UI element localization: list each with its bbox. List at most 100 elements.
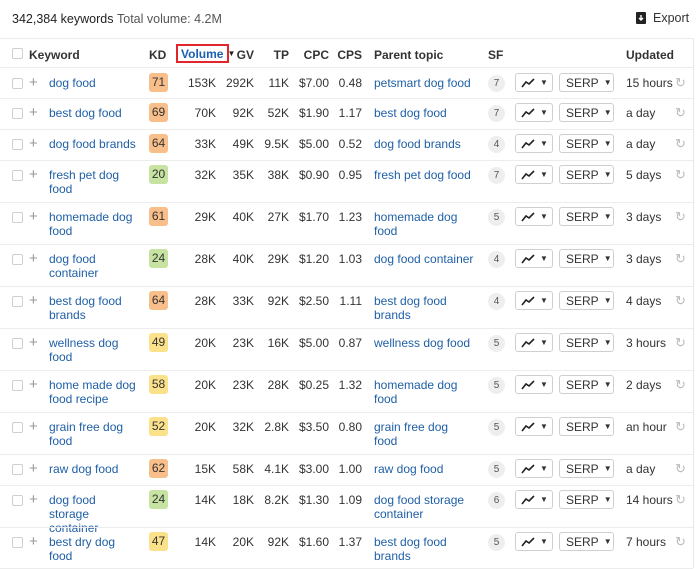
refresh-icon[interactable]: ↻ [675, 251, 686, 267]
select-all-checkbox[interactable] [12, 48, 23, 59]
refresh-icon[interactable]: ↻ [675, 105, 686, 121]
export-button[interactable]: Export [636, 11, 689, 25]
serp-dropdown[interactable]: SERP ▼ [559, 459, 614, 478]
row-checkbox[interactable] [12, 296, 23, 307]
keyword-link[interactable]: homemade dog food [49, 210, 139, 238]
row-checkbox[interactable] [12, 139, 23, 150]
row-checkbox[interactable] [12, 537, 23, 548]
serp-features-count[interactable]: 6 [488, 492, 505, 509]
trend-dropdown[interactable]: ▼ [515, 417, 553, 436]
refresh-icon[interactable]: ↻ [675, 461, 686, 477]
serp-dropdown[interactable]: SERP ▼ [559, 291, 614, 310]
trend-dropdown[interactable]: ▼ [515, 103, 553, 122]
row-checkbox[interactable] [12, 422, 23, 433]
serp-features-count[interactable]: 7 [488, 105, 505, 122]
serp-dropdown[interactable]: SERP ▼ [559, 103, 614, 122]
parent-topic-link[interactable]: homemade dog food [374, 378, 474, 406]
parent-topic-link[interactable]: dog food storage container [374, 493, 474, 521]
add-to-list-icon[interactable]: + [29, 105, 38, 120]
keyword-link[interactable]: dog food container [49, 252, 139, 280]
column-header-gv[interactable]: GV [224, 48, 254, 62]
row-checkbox[interactable] [12, 380, 23, 391]
trend-dropdown[interactable]: ▼ [515, 375, 553, 394]
trend-dropdown[interactable]: ▼ [515, 459, 553, 478]
serp-features-count[interactable]: 4 [488, 136, 505, 153]
add-to-list-icon[interactable]: + [29, 167, 38, 182]
refresh-icon[interactable]: ↻ [675, 377, 686, 393]
keyword-link[interactable]: dog food [49, 76, 139, 90]
serp-dropdown[interactable]: SERP ▼ [559, 134, 614, 153]
row-checkbox[interactable] [12, 464, 23, 475]
add-to-list-icon[interactable]: + [29, 461, 38, 476]
refresh-icon[interactable]: ↻ [675, 209, 686, 225]
serp-features-count[interactable]: 5 [488, 335, 505, 352]
trend-dropdown[interactable]: ▼ [515, 291, 553, 310]
add-to-list-icon[interactable]: + [29, 377, 38, 392]
trend-dropdown[interactable]: ▼ [515, 207, 553, 226]
parent-topic-link[interactable]: grain free dog food [374, 420, 474, 448]
add-to-list-icon[interactable]: + [29, 251, 38, 266]
serp-dropdown[interactable]: SERP ▼ [559, 333, 614, 352]
serp-features-count[interactable]: 7 [488, 167, 505, 184]
refresh-icon[interactable]: ↻ [675, 492, 686, 508]
column-header-cpc[interactable]: CPC [293, 48, 329, 62]
trend-dropdown[interactable]: ▼ [515, 73, 553, 92]
serp-features-count[interactable]: 4 [488, 251, 505, 268]
add-to-list-icon[interactable]: + [29, 209, 38, 224]
keyword-link[interactable]: raw dog food [49, 462, 139, 476]
parent-topic-link[interactable]: dog food container [374, 252, 474, 266]
row-checkbox[interactable] [12, 338, 23, 349]
column-header-sf[interactable]: SF [488, 48, 503, 62]
parent-topic-link[interactable]: homemade dog food [374, 210, 474, 238]
serp-dropdown[interactable]: SERP ▼ [559, 490, 614, 509]
keyword-link[interactable]: best dog food [49, 106, 139, 120]
serp-features-count[interactable]: 5 [488, 534, 505, 551]
serp-dropdown[interactable]: SERP ▼ [559, 249, 614, 268]
keyword-link[interactable]: wellness dog food [49, 336, 139, 364]
serp-features-count[interactable]: 5 [488, 209, 505, 226]
parent-topic-link[interactable]: best dog food brands [374, 535, 474, 563]
trend-dropdown[interactable]: ▼ [515, 249, 553, 268]
serp-features-count[interactable]: 7 [488, 75, 505, 92]
column-header-kd[interactable]: KD [149, 48, 166, 62]
refresh-icon[interactable]: ↻ [675, 167, 686, 183]
trend-dropdown[interactable]: ▼ [515, 490, 553, 509]
add-to-list-icon[interactable]: + [29, 293, 38, 308]
add-to-list-icon[interactable]: + [29, 136, 38, 151]
add-to-list-icon[interactable]: + [29, 534, 38, 549]
serp-dropdown[interactable]: SERP ▼ [559, 532, 614, 551]
parent-topic-link[interactable]: wellness dog food [374, 336, 474, 350]
parent-topic-link[interactable]: petsmart dog food [374, 76, 474, 90]
refresh-icon[interactable]: ↻ [675, 136, 686, 152]
trend-dropdown[interactable]: ▼ [515, 165, 553, 184]
keyword-link[interactable]: best dry dog food [49, 535, 139, 563]
row-checkbox[interactable] [12, 170, 23, 181]
parent-topic-link[interactable]: fresh pet dog food [374, 168, 474, 182]
parent-topic-link[interactable]: best dog food brands [374, 294, 474, 322]
keyword-link[interactable]: fresh pet dog food [49, 168, 139, 196]
column-header-keyword[interactable]: Keyword [29, 48, 80, 62]
add-to-list-icon[interactable]: + [29, 335, 38, 350]
trend-dropdown[interactable]: ▼ [515, 532, 553, 551]
serp-features-count[interactable]: 5 [488, 461, 505, 478]
refresh-icon[interactable]: ↻ [675, 75, 686, 91]
row-checkbox[interactable] [12, 495, 23, 506]
serp-dropdown[interactable]: SERP ▼ [559, 417, 614, 436]
serp-dropdown[interactable]: SERP ▼ [559, 73, 614, 92]
serp-features-count[interactable]: 5 [488, 377, 505, 394]
column-header-parent-topic[interactable]: Parent topic [374, 48, 443, 62]
serp-features-count[interactable]: 4 [488, 293, 505, 310]
add-to-list-icon[interactable]: + [29, 419, 38, 434]
refresh-icon[interactable]: ↻ [675, 419, 686, 435]
serp-dropdown[interactable]: SERP ▼ [559, 375, 614, 394]
row-checkbox[interactable] [12, 78, 23, 89]
row-checkbox[interactable] [12, 108, 23, 119]
add-to-list-icon[interactable]: + [29, 492, 38, 507]
keyword-link[interactable]: grain free dog food [49, 420, 139, 448]
parent-topic-link[interactable]: dog food brands [374, 137, 474, 151]
parent-topic-link[interactable]: raw dog food [374, 462, 474, 476]
serp-features-count[interactable]: 5 [488, 419, 505, 436]
row-checkbox[interactable] [12, 212, 23, 223]
add-to-list-icon[interactable]: + [29, 75, 38, 90]
refresh-icon[interactable]: ↻ [675, 335, 686, 351]
